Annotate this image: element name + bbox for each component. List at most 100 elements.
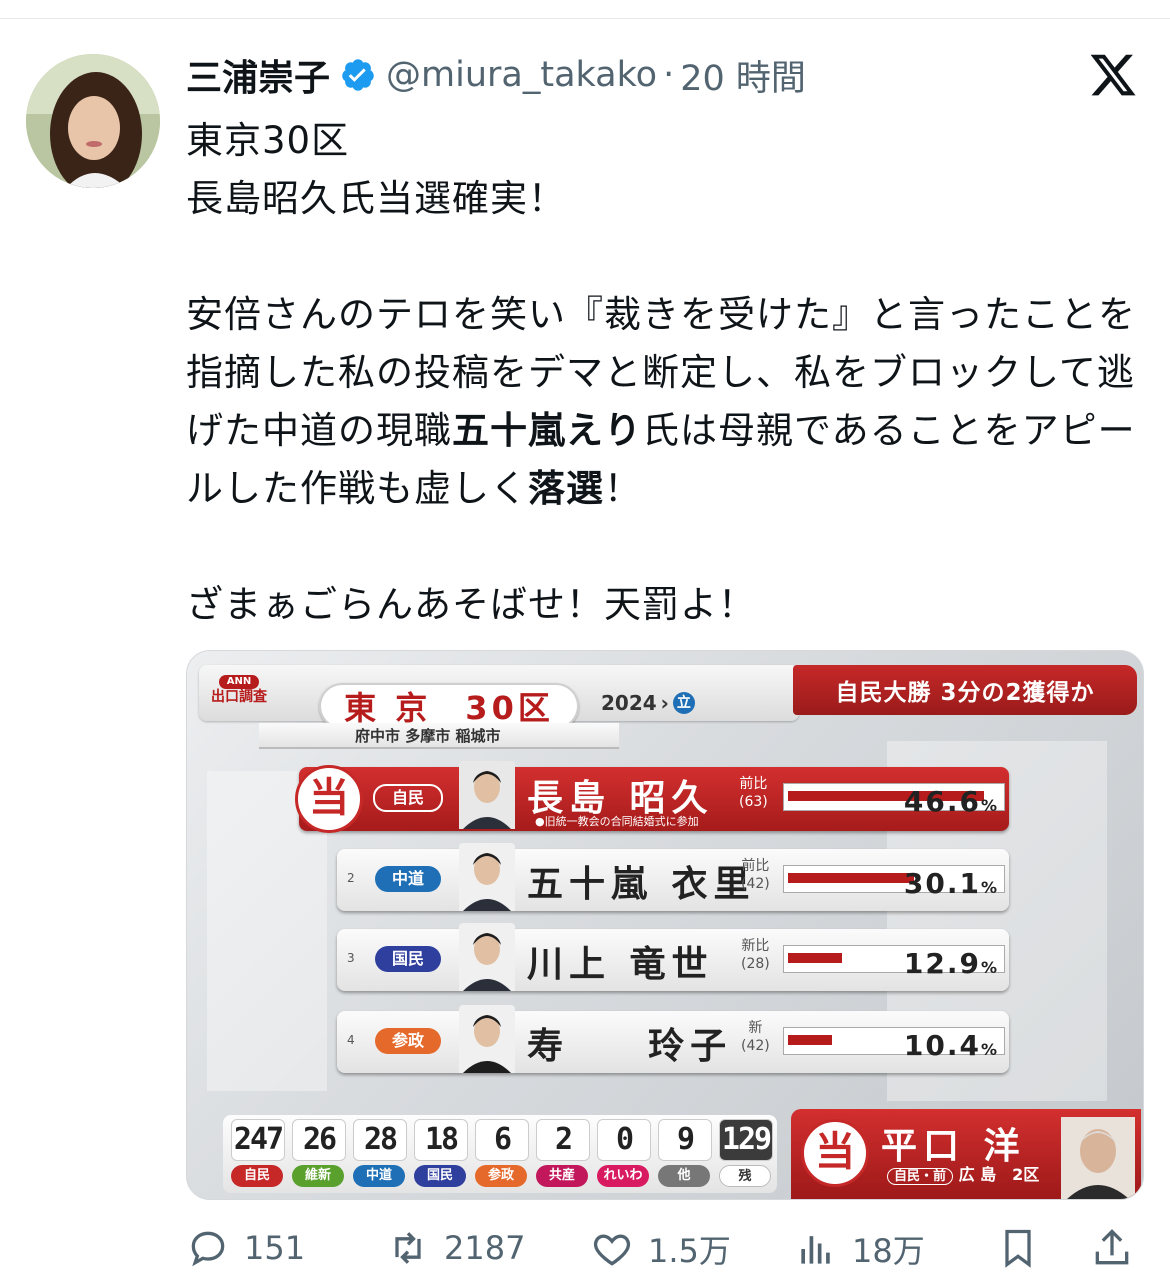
candidate-age: (42) bbox=[741, 876, 770, 892]
tally-cell: 9他 bbox=[658, 1119, 714, 1189]
retweet-icon bbox=[395, 1232, 421, 1264]
seat-tally: 247 自民 26 維新 28 中道 18 国民 6 参政 2 共産 0 れいわ 9 他 129 残 bbox=[223, 1115, 777, 1193]
tally-count: 18 bbox=[414, 1119, 468, 1161]
share-icon bbox=[1095, 1229, 1129, 1265]
vote-share-fill bbox=[788, 953, 842, 963]
like-button[interactable]: 1.5万 bbox=[590, 1226, 731, 1272]
tally-cell: 129 残 bbox=[719, 1119, 775, 1189]
retweet-count: 2187 bbox=[444, 1229, 526, 1267]
views-count: 18万 bbox=[852, 1232, 925, 1270]
vote-share-percent: 10.4% bbox=[904, 1029, 999, 1062]
x-logo-icon bbox=[1088, 50, 1138, 100]
avatar[interactable] bbox=[26, 54, 160, 188]
tally-party: 国民 bbox=[414, 1165, 466, 1187]
tally-party: 中道 bbox=[353, 1165, 405, 1187]
top-divider bbox=[0, 0, 1170, 19]
tweet-span: ！ bbox=[604, 467, 642, 510]
percent-value: 12.9 bbox=[903, 947, 981, 980]
status-label: 前比 bbox=[741, 858, 770, 874]
heart-icon bbox=[594, 1234, 630, 1266]
reply-icon bbox=[191, 1231, 225, 1267]
action-bar: 151 2187 1.5万 18万 bbox=[186, 1222, 1146, 1278]
candidate-photo bbox=[459, 1005, 515, 1073]
tweet-line: ざまぁごらんあそばせ！天罰よ！ bbox=[186, 583, 756, 626]
display-name[interactable]: 三浦崇子 bbox=[186, 49, 330, 101]
tally-cell: 247 自民 bbox=[231, 1119, 287, 1189]
candidate-photo bbox=[459, 843, 515, 911]
candidate-age: (42) bbox=[741, 1038, 770, 1054]
percent-value: 10.4 bbox=[903, 1029, 981, 1062]
vote-share-fill bbox=[788, 873, 914, 883]
tally-cell: 2 共産 bbox=[536, 1119, 592, 1189]
percent-unit: % bbox=[980, 1040, 999, 1059]
candidate-status: 新 (42) bbox=[741, 1019, 770, 1055]
tally-count: 247 bbox=[231, 1119, 285, 1161]
tweet-bold-name: 五十嵐えり bbox=[452, 409, 642, 452]
views-button[interactable]: 18万 bbox=[794, 1226, 925, 1272]
candidate-row: 2 中道 五十嵐 衣里 前比 (42) 30.1% bbox=[337, 843, 1009, 911]
reply-count: 151 bbox=[244, 1229, 306, 1267]
candidate-note: ●旧統一教会の合同結婚式に参加 bbox=[535, 815, 699, 828]
avatar-photo bbox=[26, 54, 160, 188]
percent-unit: % bbox=[980, 958, 999, 977]
tally-party: 維新 bbox=[292, 1165, 344, 1187]
party-badge: 中道 bbox=[375, 866, 441, 892]
tally-party: 参政 bbox=[475, 1165, 527, 1187]
tally-count: 26 bbox=[292, 1119, 346, 1161]
winner-ticker: 当 平口 洋 自民・前 広 島 2区 bbox=[791, 1109, 1141, 1199]
tweet-line: 長島昭久氏当選確実！ bbox=[186, 177, 566, 220]
tweet-header: 三浦崇子 @miura_takako · 20 時間 bbox=[186, 50, 806, 100]
ann-exit-poll-logo: ANN 出口調査 bbox=[209, 675, 269, 711]
tally-cell: 0 れいわ bbox=[597, 1119, 653, 1189]
candidate-status: 前比 (63) bbox=[739, 775, 768, 811]
vote-share-percent: 30.1% bbox=[904, 867, 999, 900]
tally-cell: 26 維新 bbox=[292, 1119, 348, 1189]
reply-button[interactable]: 151 bbox=[186, 1226, 305, 1270]
candidate-row: 3 国民 川上 竜世 新比 (28) 12.9% bbox=[337, 923, 1009, 991]
tweet-line: 東京30区 bbox=[186, 119, 350, 162]
status-label: 新 bbox=[748, 1020, 763, 1036]
tally-count: 6 bbox=[475, 1119, 529, 1161]
candidate-photo bbox=[459, 761, 515, 829]
attached-image[interactable]: ANN 出口調査 東 京 30区 2024 › 立 自民大勝 3分の2獲得か 府… bbox=[186, 650, 1144, 1200]
year-label: 2024 › 立 bbox=[601, 691, 695, 715]
bookmark-button[interactable] bbox=[996, 1226, 1040, 1270]
like-count: 1.5万 bbox=[648, 1232, 731, 1270]
verified-badge-icon bbox=[340, 57, 376, 93]
winner-sub: 自民・前 広 島 2区 bbox=[887, 1161, 1039, 1185]
percent-unit: % bbox=[980, 796, 999, 815]
vote-share-fill bbox=[788, 1035, 832, 1045]
winner-photo bbox=[1061, 1117, 1135, 1199]
vote-share-percent: 12.9% bbox=[904, 947, 999, 980]
share-button[interactable] bbox=[1090, 1226, 1134, 1270]
tally-cell: 6 参政 bbox=[475, 1119, 531, 1189]
tally-count: 129 bbox=[719, 1119, 773, 1161]
ann-logo: ANN bbox=[219, 675, 259, 689]
tally-party: 共産 bbox=[536, 1165, 588, 1187]
handle[interactable]: @miura_takako bbox=[386, 55, 657, 95]
winner-mark: 当 bbox=[295, 765, 363, 833]
tally-party: 残 bbox=[719, 1165, 771, 1187]
vote-share-percent: 46.6% bbox=[904, 785, 999, 818]
candidate-status: 新比 (28) bbox=[741, 937, 770, 973]
tally-party: れいわ bbox=[597, 1165, 649, 1187]
candidate-name: 川上 竜世 bbox=[527, 944, 714, 985]
candidate-photo bbox=[459, 923, 515, 991]
tally-count: 2 bbox=[536, 1119, 590, 1161]
retweet-button[interactable]: 2187 bbox=[386, 1226, 525, 1270]
winner-area: 広 島 2区 bbox=[958, 1165, 1040, 1184]
candidate-rank: 3 bbox=[347, 951, 355, 965]
separator-dot: · bbox=[663, 55, 675, 95]
views-icon bbox=[801, 1236, 830, 1264]
bookmark-icon bbox=[1005, 1229, 1031, 1268]
candidate-row: 当自民 長島 昭久 前比 (63) 46.6% ●旧統一教会の合同結婚式に参加 bbox=[295, 761, 1009, 833]
candidate-status: 前比 (42) bbox=[741, 857, 770, 893]
candidate-rank: 4 bbox=[347, 1033, 355, 1047]
candidate-name: 五十嵐 衣里 bbox=[527, 864, 756, 905]
tweet-paragraph: 安倍さんのテロを笑い『裁きを受けた』と言ったことを指摘した私の投稿をデマと断定し… bbox=[186, 286, 1146, 518]
headline-banner: 自民大勝 3分の2獲得か bbox=[793, 665, 1137, 715]
year-badge: 立 bbox=[672, 692, 695, 714]
timestamp[interactable]: 20 時間 bbox=[680, 50, 806, 101]
candidate-age: (28) bbox=[741, 956, 770, 972]
tweet-bold-result: 落選 bbox=[528, 467, 604, 510]
